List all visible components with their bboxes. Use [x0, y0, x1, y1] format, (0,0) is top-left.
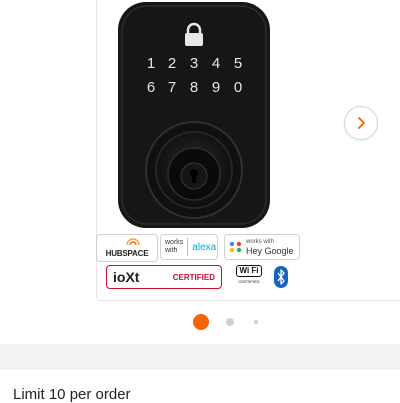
key-8[interactable]: 8 [190, 79, 198, 96]
key-9[interactable]: 9 [212, 79, 220, 96]
key-1[interactable]: 1 [147, 55, 155, 72]
hubspace-signal-icon [126, 238, 140, 246]
ioxt-brand-label: ioXt [113, 269, 140, 285]
carousel-dot-3[interactable] [254, 320, 258, 324]
wifi-certified-label: CERTIFIED [238, 279, 260, 284]
alexa-works-label: works [165, 239, 184, 246]
alexa-badge: works with alexa [160, 234, 218, 260]
wifi-certified-badge: Wi Fi CERTIFIED [234, 265, 264, 289]
chevron-right-icon [358, 117, 365, 129]
carousel-dot-1[interactable] [193, 314, 209, 330]
key-4[interactable]: 4 [212, 55, 220, 72]
key-5[interactable]: 5 [234, 55, 242, 72]
hubspace-label: HUBSPACE [105, 248, 149, 258]
carousel-indicator [0, 312, 400, 332]
ioxt-badge: ioXt CERTIFIED [106, 265, 222, 289]
google-badge: works with Hey Google [224, 234, 300, 260]
wifi-label: Wi Fi [236, 265, 262, 277]
ioxt-cert-label: CERTIFIED [172, 272, 215, 282]
bluetooth-icon [274, 266, 288, 288]
key-cylinder [145, 121, 243, 219]
section-divider [0, 344, 400, 370]
compatibility-badges: HUBSPACE works with alexa works with Hey… [96, 232, 316, 294]
hubspace-badge: HUBSPACE [96, 234, 158, 262]
next-image-button[interactable] [344, 106, 378, 140]
google-dots-icon [229, 241, 242, 253]
key-7[interactable]: 7 [168, 79, 176, 96]
google-name-label: Hey Google [246, 246, 294, 256]
key-2[interactable]: 2 [168, 55, 176, 72]
alexa-name-label: alexa [192, 241, 217, 253]
purchase-limit-text: Limit 10 per order [13, 386, 131, 403]
key-3[interactable]: 3 [190, 55, 198, 72]
alexa-with-label: with [165, 247, 178, 254]
key-6[interactable]: 6 [147, 79, 155, 96]
carousel-dot-2[interactable] [226, 318, 234, 326]
key-0[interactable]: 0 [234, 79, 242, 96]
